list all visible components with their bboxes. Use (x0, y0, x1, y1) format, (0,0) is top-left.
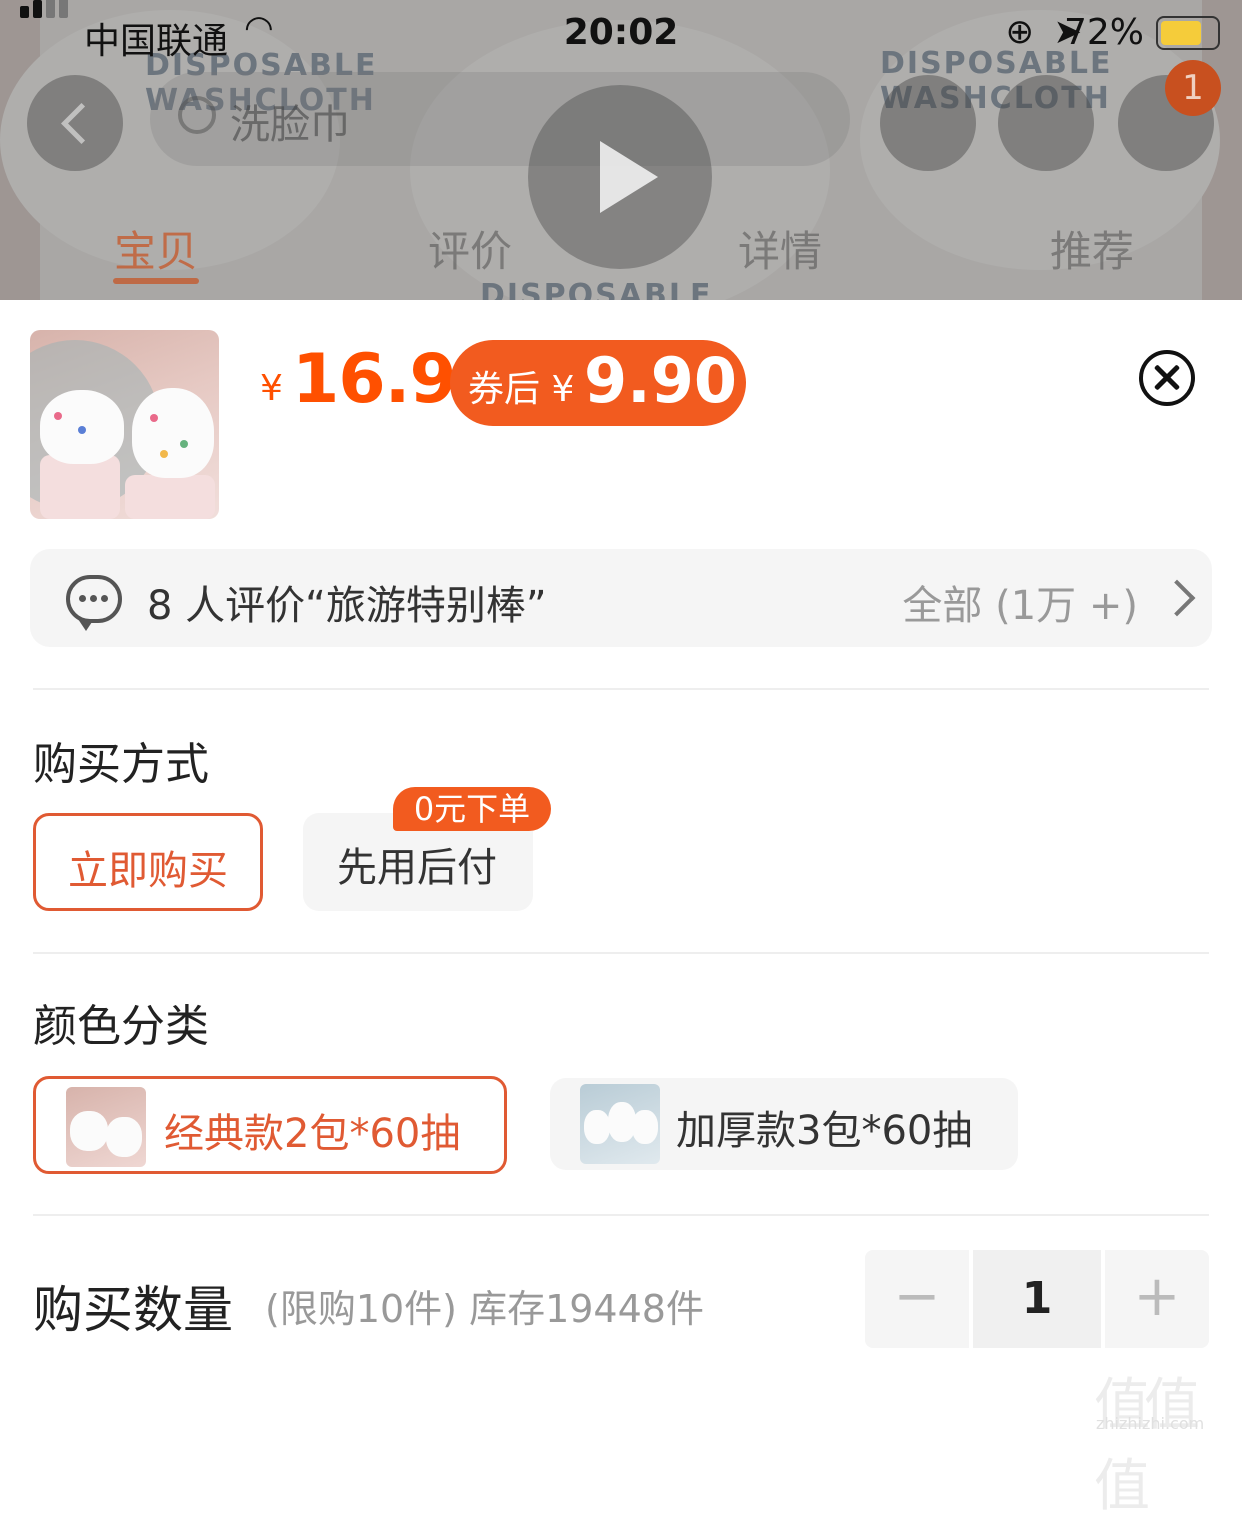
original-price: 16.9 (292, 340, 457, 419)
sku-selector-sheet: ¥ 16.9 券后 ¥ 9.90 8 人评价“旅游特别棒” 全部 (1万 +) … (0, 300, 1242, 1440)
coupon-price: 9.90 (584, 344, 737, 417)
watermark-glyphs: 值值值 (1094, 1373, 1200, 1519)
search-placeholder: 洗脸巾 (230, 102, 350, 148)
divider (33, 952, 1209, 954)
option-thick-3-pack[interactable]: 加厚款3包*60抽 (550, 1078, 1018, 1170)
option-label: 先用后付 (337, 845, 497, 891)
tab-reviews[interactable]: 评价 (428, 218, 512, 279)
play-video-button[interactable] (528, 85, 712, 269)
option-classic-2-pack[interactable]: 经典款2包*60抽 (33, 1076, 507, 1174)
divider (33, 688, 1209, 690)
option-label: 加厚款3包*60抽 (676, 1108, 973, 1154)
chevron-left-icon (60, 102, 103, 145)
divider (33, 1214, 1209, 1216)
share-button[interactable] (880, 75, 976, 171)
option-buy-now[interactable]: 立即购买 (33, 813, 263, 911)
product-thumbnail[interactable] (30, 330, 219, 519)
increment-button[interactable]: + (1105, 1250, 1209, 1348)
tab-baobei[interactable]: 宝贝 (114, 218, 198, 279)
cart-button[interactable] (998, 75, 1094, 171)
review-summary-bar[interactable]: 8 人评价“旅游特别棒” 全部 (1万 +) (30, 549, 1212, 647)
quantity-title: 购买数量 (33, 1281, 233, 1339)
color-category-title: 颜色分类 (33, 1001, 209, 1052)
tab-recommend[interactable]: 推荐 (1050, 218, 1134, 279)
quantity-stepper: − 1 + (865, 1250, 1209, 1348)
cart-badge: 1 (1165, 60, 1221, 116)
purchase-method-title: 购买方式 (33, 739, 209, 790)
option-label: 经典款2包*60抽 (164, 1111, 461, 1157)
coupon-label: 券后 ¥ (468, 369, 575, 410)
review-highlight: 8 人评价“旅游特别棒” (147, 583, 547, 629)
watermark-logo: 值值值 zhizhizhi.com (1094, 1360, 1234, 1519)
coupon-price-badge: 券后 ¥ 9.90 (450, 340, 746, 426)
quantity-value[interactable]: 1 (973, 1250, 1101, 1348)
status-bar: 中国联通 ◠ 20:02 ⊕ ➤ 72% (0, 0, 1242, 64)
product-thumb-pink-icon (66, 1087, 146, 1167)
product-thumb-blue-icon (580, 1084, 660, 1164)
review-all-link[interactable]: 全部 (1万 +) (902, 573, 1138, 631)
search-icon (178, 96, 216, 134)
chevron-right-icon (1158, 579, 1196, 617)
battery-percent: 72% (1063, 12, 1144, 53)
close-icon[interactable] (1139, 350, 1195, 406)
option-label: 立即购买 (68, 848, 228, 894)
back-button[interactable] (27, 75, 123, 171)
quantity-limit-stock: (限购10件) 库存19448件 (265, 1287, 704, 1331)
price-currency: ¥ (260, 368, 283, 409)
watermark-url: zhizhizhi.com (1096, 1414, 1205, 1433)
rotation-lock-icon: ⊕ (1005, 12, 1035, 52)
tab-active-indicator (113, 278, 199, 284)
chat-bubble-icon (66, 575, 122, 631)
battery-icon (1156, 16, 1220, 50)
tab-details[interactable]: 详情 (738, 218, 822, 279)
decrement-button[interactable]: − (865, 1250, 969, 1348)
zero-down-tag: 0元下单 (393, 787, 551, 831)
